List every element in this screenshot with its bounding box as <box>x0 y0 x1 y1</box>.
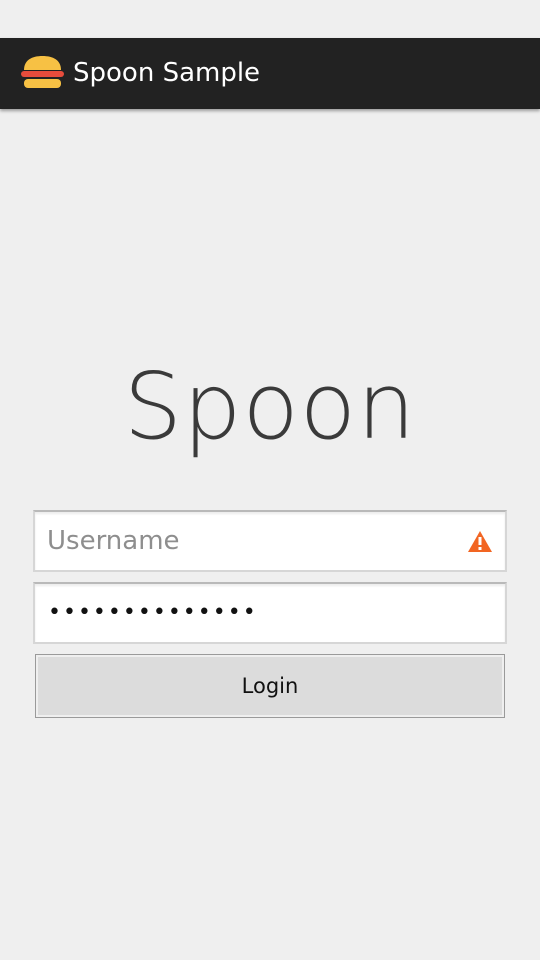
login-button[interactable]: Login <box>35 654 505 718</box>
app-title: Spoon Sample <box>73 58 261 88</box>
password-field[interactable]: •••••••••••••• <box>33 582 507 644</box>
logo-text: Spoon <box>123 353 417 460</box>
username-input[interactable] <box>35 512 505 570</box>
username-field[interactable] <box>33 510 507 572</box>
burger-icon <box>21 56 64 88</box>
status-bar <box>0 0 540 38</box>
password-masked-value: •••••••••••••• <box>48 600 258 625</box>
warning-icon <box>468 531 492 552</box>
login-button-label: Login <box>38 657 502 715</box>
action-bar: Spoon Sample <box>0 38 540 109</box>
